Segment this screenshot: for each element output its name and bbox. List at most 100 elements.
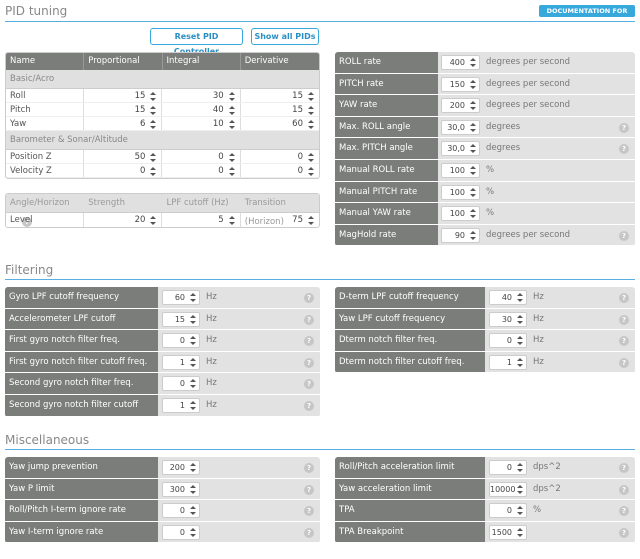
spinner-icon[interactable] [190, 314, 196, 324]
setting-input[interactable]: 100 [441, 162, 480, 178]
spinner-icon[interactable] [517, 314, 523, 324]
setting-input[interactable]: 100 [441, 206, 480, 222]
pid-value-input[interactable]: 50 [84, 150, 163, 163]
pid-value-input[interactable]: 15 [84, 89, 163, 102]
setting-input[interactable]: 300 [162, 481, 200, 497]
help-icon[interactable]: ? [304, 484, 314, 495]
help-icon[interactable]: ? [619, 293, 629, 303]
pid-value-input[interactable]: 30 [162, 89, 241, 102]
spinner-icon[interactable] [228, 92, 235, 101]
spinner-icon[interactable] [470, 144, 476, 154]
setting-input[interactable]: 0 [162, 524, 200, 540]
spinner-icon[interactable] [150, 120, 157, 129]
spinner-icon[interactable] [470, 230, 476, 240]
help-icon[interactable]: ? [304, 357, 314, 368]
spinner-icon[interactable] [470, 165, 476, 175]
help-icon[interactable]: ? [304, 400, 314, 411]
setting-input[interactable]: 30,0 [441, 119, 480, 135]
spinner-icon[interactable] [228, 106, 235, 115]
setting-input[interactable]: 200 [441, 98, 480, 114]
help-icon[interactable]: ? [619, 484, 629, 495]
pid-value-input[interactable]: 40 [162, 103, 241, 116]
spinner-icon[interactable] [517, 293, 523, 302]
setting-input[interactable]: 30 [489, 311, 527, 327]
pid-value-input[interactable]: 0 [84, 164, 163, 177]
pid-value-input[interactable]: 0 [241, 150, 319, 163]
pid-value-input[interactable]: 15 [241, 103, 319, 116]
help-icon[interactable]: ? [304, 506, 314, 517]
setting-input[interactable]: 0 [162, 503, 200, 519]
setting-input[interactable]: 15 [162, 311, 200, 327]
help-icon[interactable]: ? [304, 314, 314, 325]
pid-value-input[interactable]: 15 [241, 89, 319, 102]
spinner-icon[interactable] [308, 167, 314, 176]
help-icon[interactable]: ? [619, 336, 629, 347]
help-icon[interactable]: ? [619, 122, 629, 133]
pid-value-input[interactable]: 60 [241, 117, 319, 130]
setting-input[interactable]: 1 [162, 397, 200, 413]
help-icon[interactable]: ? [619, 506, 629, 517]
setting-input[interactable]: 1 [162, 354, 200, 370]
spinner-icon[interactable] [470, 209, 476, 219]
pid-value-input[interactable]: 10 [162, 117, 241, 130]
transition-input[interactable]: 75 [241, 213, 319, 227]
spinner-icon[interactable] [228, 153, 235, 162]
lpf-input[interactable]: 5 [162, 213, 241, 227]
spinner-icon[interactable] [228, 120, 235, 129]
spinner-icon[interactable] [517, 527, 523, 537]
spinner-icon[interactable] [190, 463, 196, 472]
strength-input[interactable]: 20 [84, 213, 163, 227]
spinner-icon[interactable] [470, 58, 476, 67]
spinner-icon[interactable] [308, 92, 314, 101]
pid-value-input[interactable]: 0 [241, 164, 319, 177]
help-icon[interactable]: ? [619, 230, 629, 241]
pid-value-input[interactable]: 0 [162, 164, 241, 177]
spinner-icon[interactable] [308, 216, 314, 225]
spinner-icon[interactable] [517, 357, 523, 367]
pid-value-input[interactable]: 6 [84, 117, 163, 130]
spinner-icon[interactable] [308, 106, 314, 115]
documentation-button[interactable]: DOCUMENTATION FOR INAV [539, 5, 635, 27]
setting-input[interactable]: 1 [489, 354, 527, 370]
setting-input[interactable]: 0 [489, 333, 527, 349]
pid-value-input[interactable]: 15 [84, 103, 163, 116]
help-icon[interactable]: ? [619, 527, 629, 538]
help-icon[interactable]: ? [619, 314, 629, 325]
pid-value-input[interactable]: 0 [162, 150, 241, 163]
spinner-icon[interactable] [190, 527, 196, 537]
spinner-icon[interactable] [190, 379, 196, 389]
setting-input[interactable]: 0 [162, 376, 200, 392]
setting-input[interactable]: 90 [441, 227, 480, 243]
reset-pid-button[interactable]: Reset PID Controller [150, 28, 243, 56]
help-icon[interactable]: ? [619, 144, 629, 155]
help-icon[interactable]: ? [304, 336, 314, 347]
setting-input[interactable]: 40 [489, 290, 527, 305]
spinner-icon[interactable] [470, 101, 476, 111]
setting-input[interactable]: 200 [162, 460, 200, 475]
spinner-icon[interactable] [517, 484, 523, 494]
spinner-icon[interactable] [470, 122, 476, 132]
spinner-icon[interactable] [470, 79, 476, 89]
setting-input[interactable]: 100 [441, 184, 480, 200]
help-icon[interactable]: ? [304, 293, 314, 303]
spinner-icon[interactable] [517, 336, 523, 346]
spinner-icon[interactable] [308, 153, 314, 162]
spinner-icon[interactable] [190, 336, 196, 346]
spinner-icon[interactable] [190, 357, 196, 367]
spinner-icon[interactable] [470, 187, 476, 197]
help-icon[interactable]: ? [619, 357, 629, 368]
setting-input[interactable]: 10000 [489, 481, 527, 497]
spinner-icon[interactable] [517, 463, 523, 472]
spinner-icon[interactable] [150, 153, 157, 162]
help-icon[interactable]: ? [304, 379, 314, 390]
setting-input[interactable]: 0 [489, 503, 527, 519]
setting-input[interactable]: 60 [162, 290, 200, 305]
spinner-icon[interactable] [190, 506, 196, 516]
spinner-icon[interactable] [190, 400, 196, 410]
setting-input[interactable]: 150 [441, 76, 480, 92]
setting-input[interactable]: 1500 [489, 524, 527, 540]
help-icon[interactable]: ? [304, 463, 314, 473]
help-icon[interactable]: ? [304, 527, 314, 538]
setting-input[interactable]: 30,0 [441, 141, 480, 157]
spinner-icon[interactable] [517, 506, 523, 516]
